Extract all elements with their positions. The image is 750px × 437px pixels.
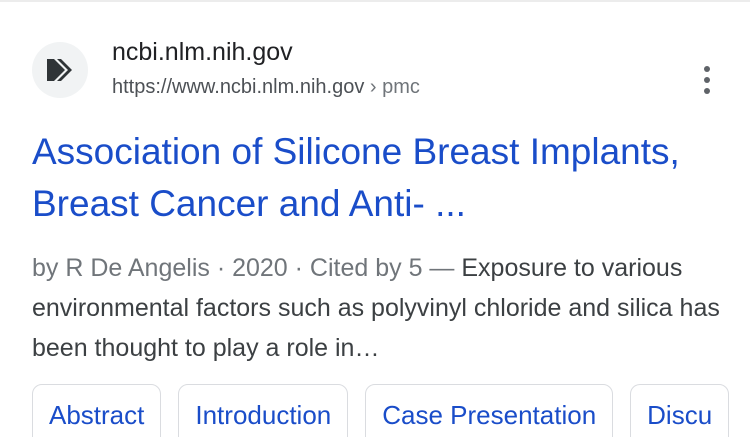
ncbi-chevron-icon (47, 59, 72, 81)
breadcrumb: pmc (382, 76, 420, 98)
site-favicon (32, 42, 88, 98)
snippet-meta: by R De Angelis · 2020 · Cited by 5 — (32, 254, 462, 282)
sitelinks-row: Abstract Introduction Case Presentation … (32, 384, 730, 437)
sitelink-introduction[interactable]: Introduction (178, 384, 349, 437)
search-result-page: ncbi.nlm.nih.gov https://www.ncbi.nlm.ni… (0, 0, 750, 437)
more-vert-icon (704, 66, 710, 72)
url-text: https://www.ncbi.nlm.nih.gov (112, 76, 365, 98)
more-options-button[interactable] (690, 60, 724, 100)
more-vert-icon-dot (704, 77, 710, 83)
site-url[interactable]: https://www.ncbi.nlm.nih.gov › pmc (112, 76, 420, 99)
site-name[interactable]: ncbi.nlm.nih.gov (112, 38, 293, 67)
breadcrumb-separator: › (369, 76, 377, 98)
more-vert-icon-dot (704, 88, 710, 94)
divider (0, 0, 750, 2)
sitelink-abstract[interactable]: Abstract (32, 384, 162, 437)
sitelink-case-presentation[interactable]: Case Presentation (365, 384, 614, 437)
result-snippet: by R De Angelis · 2020 · Cited by 5 — Ex… (32, 248, 732, 368)
result-title-link[interactable]: Association of Silicone Breast Implants,… (32, 126, 732, 230)
sitelink-discussion[interactable]: Discu (630, 384, 730, 437)
